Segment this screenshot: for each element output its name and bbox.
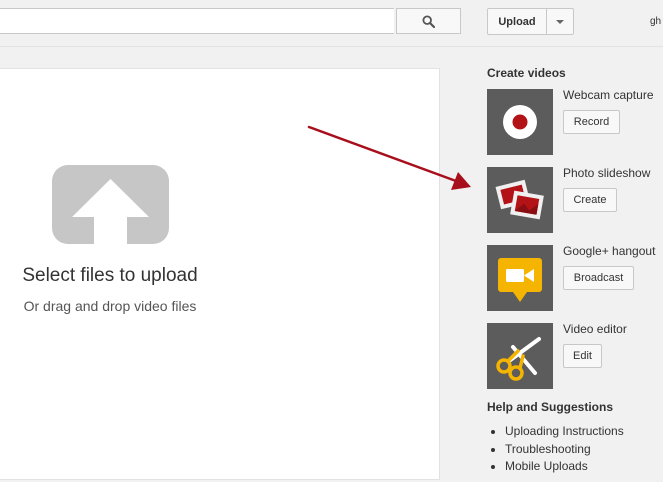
scissors-icon <box>496 337 541 381</box>
search-icon <box>422 14 435 28</box>
google-hangout-thumbnail[interactable] <box>487 245 553 311</box>
broadcast-button[interactable]: Broadcast <box>563 266 634 290</box>
create-videos-heading: Create videos <box>487 66 566 80</box>
photos-icon <box>495 179 544 220</box>
video-editor-label: Video editor <box>563 322 627 336</box>
record-button[interactable]: Record <box>563 110 620 134</box>
webcam-capture-thumbnail[interactable] <box>487 89 553 155</box>
video-camera-icon <box>498 258 542 302</box>
help-links-list: Uploading Instructions Troubleshooting M… <box>487 423 624 476</box>
search-button[interactable] <box>396 8 461 34</box>
photo-slideshow-thumbnail[interactable] <box>487 167 553 233</box>
uploading-instructions-link[interactable]: Uploading Instructions <box>487 423 624 441</box>
chevron-down-icon <box>556 19 564 24</box>
create-slideshow-button[interactable]: Create <box>563 188 617 212</box>
upload-button[interactable]: Upload <box>487 8 547 35</box>
upload-arrow-icon[interactable] <box>52 165 169 244</box>
upload-menu-button[interactable] <box>546 8 574 35</box>
mobile-uploads-link[interactable]: Mobile Uploads <box>487 458 624 476</box>
troubleshooting-link[interactable]: Troubleshooting <box>487 441 624 459</box>
webcam-capture-label: Webcam capture <box>563 88 654 102</box>
help-suggestions-heading: Help and Suggestions <box>487 400 614 414</box>
search-input[interactable] <box>0 8 394 34</box>
user-name[interactable]: gh <box>650 16 661 27</box>
photo-slideshow-label: Photo slideshow <box>563 166 651 180</box>
select-files-title[interactable]: Select files to upload <box>0 265 220 287</box>
drag-drop-hint: Or drag and drop video files <box>23 298 197 314</box>
top-bar: Upload gh <box>0 0 663 47</box>
record-icon <box>503 105 537 139</box>
edit-button[interactable]: Edit <box>563 344 602 368</box>
google-hangout-label: Google+ hangout <box>563 244 656 258</box>
video-editor-thumbnail[interactable] <box>487 323 553 389</box>
